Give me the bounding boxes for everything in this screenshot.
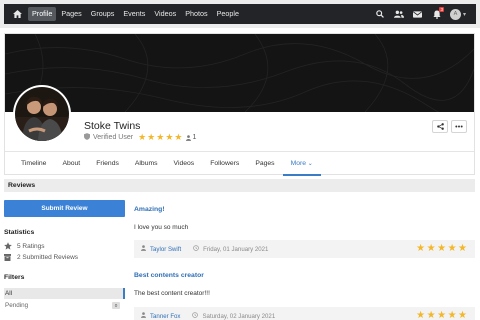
search-icon[interactable] (370, 4, 389, 24)
filter-pending-label: Pending (5, 302, 29, 309)
star-icon: ★ (147, 132, 156, 142)
nav-link-pages[interactable]: Pages (57, 7, 85, 21)
clock-icon (192, 312, 199, 320)
filters-title: Filters (4, 274, 25, 281)
review-author[interactable]: Taylor Swift (150, 246, 181, 253)
user-icon (141, 245, 146, 253)
chevron-down-icon: ▾ (462, 11, 466, 18)
cover-photo (5, 34, 474, 112)
nav-actions: 3 A ▾ (370, 4, 476, 24)
review-date: Saturday, 02 January 2021 (202, 312, 276, 320)
profile-tabs: Timeline About Friends Albums Videos Fol… (5, 151, 474, 176)
star-icon: ★ (174, 132, 183, 142)
star-icon: ★ (458, 310, 467, 320)
submitted-count: 2 Submitted Reviews (17, 254, 79, 261)
chevron-down-icon: ⌄ (306, 160, 313, 167)
review-body: The best content creator!!! (134, 290, 210, 297)
user-menu[interactable]: A ▾ (446, 4, 470, 24)
rating-users: 1 (186, 134, 196, 141)
star-icon: ★ (447, 243, 457, 254)
verified-row: Verified User ★ ★ ★ ★ ★ 1 (84, 133, 196, 142)
review-meta: Tanner Fox Saturday, 02 January 2021 ★ ★… (134, 307, 475, 320)
nav-link-events[interactable]: Events (119, 7, 149, 21)
navbar: Profile Pages Groups Events Videos Photo… (4, 4, 476, 24)
user-icon (141, 312, 146, 320)
nav-links: Profile Pages Groups Events Videos Photo… (28, 7, 244, 21)
share-icon (436, 123, 444, 130)
avatar: A (449, 8, 461, 20)
pending-count-badge: 0 (112, 302, 120, 309)
statistics-title: Statistics (4, 229, 35, 236)
tab-pages[interactable]: Pages (247, 152, 282, 176)
shield-icon (84, 133, 90, 142)
nav-link-videos[interactable]: Videos (150, 7, 180, 21)
filter-all-label: All (5, 290, 12, 297)
tab-timeline[interactable]: Timeline (13, 152, 54, 176)
tab-albums[interactable]: Albums (127, 152, 166, 176)
share-button[interactable] (432, 120, 448, 133)
ratings-stat: 5 Ratings (4, 242, 44, 250)
star-icon: ★ (138, 132, 147, 142)
submitted-stat: 2 Submitted Reviews (4, 254, 78, 261)
envelope-icon[interactable] (408, 4, 427, 24)
nav-link-profile[interactable]: Profile (28, 7, 57, 21)
star-icon: ★ (156, 132, 165, 142)
ratings-count: 5 Ratings (17, 242, 45, 250)
review-rating: ★ ★ ★ ★ ★ (415, 244, 467, 254)
star-icon: ★ (165, 132, 174, 142)
star-icon: ★ (447, 310, 457, 320)
review-meta: Taylor Swift Friday, 01 January 2021 ★ ★… (134, 240, 475, 258)
star-icon: ★ (437, 243, 447, 254)
nav-link-groups[interactable]: Groups (87, 7, 119, 21)
profile-header: Stoke Twins Verified User ★ ★ ★ ★ ★ 1 Ti… (4, 33, 475, 176)
star-icon: ★ (426, 243, 436, 254)
archive-icon (4, 254, 13, 261)
rating-users-count: 1 (192, 134, 197, 141)
bell-icon[interactable]: 3 (427, 4, 446, 24)
review-title[interactable]: Amazing! (134, 206, 165, 213)
profile-name: Stoke Twins (84, 120, 141, 132)
profile-avatar[interactable] (13, 85, 71, 143)
star-icon: ★ (437, 310, 447, 320)
review-body: I love you so much (134, 224, 189, 231)
top-bar: Profile Pages Groups Events Videos Photo… (0, 0, 480, 28)
submit-review-button[interactable]: Submit Review (4, 200, 125, 217)
tab-videos[interactable]: Videos (166, 152, 203, 176)
nav-link-people[interactable]: People (213, 7, 243, 21)
star-icon: ★ (416, 243, 426, 254)
review-title[interactable]: Best contents creator (134, 272, 204, 279)
review-rating: ★ ★ ★ ★ ★ (415, 311, 467, 320)
review-date: Friday, 01 January 2021 (203, 245, 269, 253)
filter-all[interactable]: All (4, 288, 125, 299)
review-author[interactable]: Tanner Fox (150, 313, 180, 320)
tab-more[interactable]: More ⌄ (282, 152, 322, 176)
star-icon: ★ (458, 243, 467, 254)
ellipsis-icon (455, 125, 463, 128)
notification-badge: 3 (439, 7, 444, 12)
star-icon: ★ (416, 310, 426, 320)
profile-rating: ★ ★ ★ ★ ★ (138, 133, 183, 142)
user-icon (186, 134, 192, 141)
star-icon: ★ (426, 310, 436, 320)
tab-friends[interactable]: Friends (88, 152, 127, 176)
star-icon (4, 242, 13, 250)
reviews-header: Reviews (4, 179, 475, 192)
more-options-button[interactable] (451, 120, 467, 133)
tab-more-label: More (290, 159, 307, 167)
home-icon[interactable] (6, 4, 28, 24)
clock-icon (193, 245, 199, 253)
verified-label: Verified User (93, 134, 134, 141)
tab-about[interactable]: About (54, 152, 88, 176)
nav-link-photos[interactable]: Photos (181, 7, 211, 21)
tab-followers[interactable]: Followers (202, 152, 247, 176)
users-icon[interactable] (389, 4, 408, 24)
filter-pending[interactable]: Pending 0 (4, 300, 123, 311)
